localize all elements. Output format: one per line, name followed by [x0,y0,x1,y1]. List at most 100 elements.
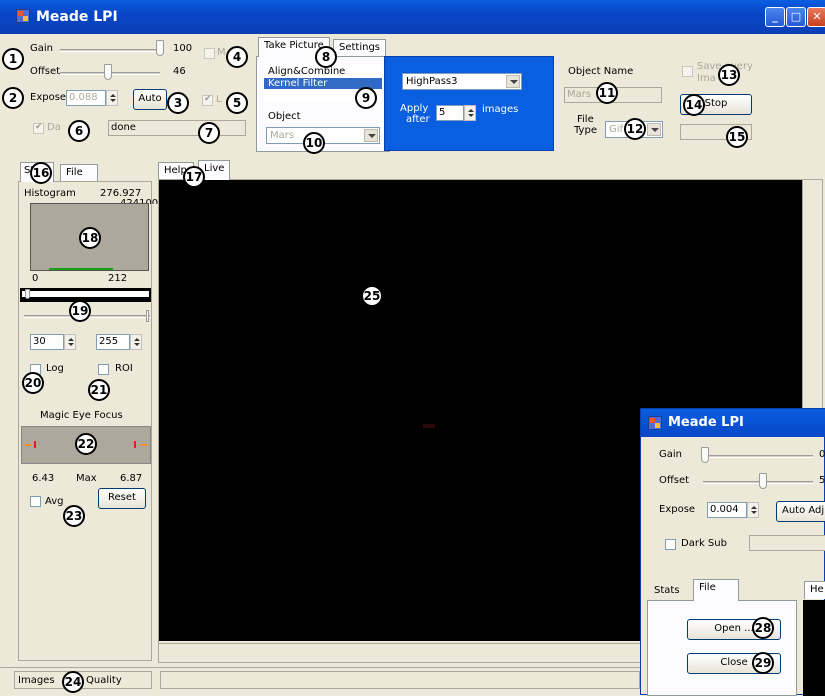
close-button[interactable]: ✕ [807,7,825,27]
callout-28: 28 [752,617,774,639]
callout-15: 15 [726,126,748,148]
minimize-button[interactable]: _ [765,7,785,27]
inset-gain-slider[interactable] [703,455,813,458]
reset-button[interactable]: Reset [98,488,146,509]
maximize-button[interactable]: □ [786,7,806,27]
dark-sub-checkbox[interactable] [33,122,44,134]
callout-13: 13 [718,64,740,86]
apply-count-input[interactable]: 5 [436,105,464,121]
inset-gain-value: 0 [819,449,825,460]
callout-21: 21 [88,379,110,401]
log-label: Log [46,363,64,374]
callout-2: 2 [2,87,24,109]
list-item[interactable]: Align&Combine [268,66,345,77]
m-checkbox[interactable] [204,48,215,59]
callout-29: 29 [752,652,774,674]
callout-22: 22 [75,433,97,455]
object-value: Mars [270,130,295,141]
title-bar: Meade LPI _ □ ✕ [0,0,825,34]
inset-window: Meade LPI Gain 0 Offset 5 Expose 0.004 A… [640,408,825,696]
apply-count-spinner[interactable] [464,105,476,121]
inset-gain-thumb[interactable] [701,447,709,463]
callout-14: 14 [683,94,705,116]
contrast-slider-thumb[interactable] [146,310,149,322]
status-pane [160,671,640,689]
callout-18: 18 [79,227,101,249]
app-icon [16,9,30,23]
high-level-spinner[interactable] [130,334,142,350]
callout-10: 10 [303,132,325,154]
quality-status: Quality [86,675,122,686]
file-type-label-2: Type [574,125,597,136]
tab-settings[interactable]: Settings [333,39,387,57]
offset-slider-thumb[interactable] [104,64,113,80]
histogram-min: 0 [32,273,39,284]
magic-eye-label: Magic Eye Focus [40,410,123,421]
gain-slider-thumb[interactable] [156,40,164,56]
inset-offset-label: Offset [659,475,690,486]
offset-value: 46 [173,66,186,77]
inset-offset-value: 5 [819,475,825,486]
level-range-bar[interactable] [20,288,151,302]
expose-label: Expose [30,92,67,103]
callout-24: 24 [62,671,84,693]
save-every-label-2: Ima [697,73,716,84]
inset-live-area [803,600,825,696]
callout-1: 1 [2,48,24,70]
inset-tab-help[interactable]: He [804,581,825,599]
avg-checkbox[interactable] [30,496,41,507]
tab-file[interactable]: File [60,164,98,182]
callout-25: 25 [361,285,383,307]
inset-expose-spinner[interactable] [747,502,759,518]
filter-value: HighPass3 [406,76,458,87]
offset-label: Offset [30,66,61,77]
level-range-thumb[interactable] [25,289,30,299]
chevron-down-icon [647,123,661,136]
filter-combo[interactable]: HighPass3 [402,73,522,90]
l-label: L [216,94,222,105]
inset-tab-file[interactable]: File [693,579,739,601]
inset-title-bar: Meade LPI [641,409,825,437]
chevron-down-icon [364,129,378,142]
callout-20: 20 [22,372,44,394]
callout-19: 19 [69,300,91,322]
apply-label: Apply [400,103,429,114]
histogram-label: Histogram [24,188,76,199]
auto-button[interactable]: Auto [133,89,167,110]
inset-tab-stats[interactable]: Stats [649,583,685,601]
max-value: 6.87 [120,473,143,484]
callout-5: 5 [226,92,248,114]
inset-dark-sub-checkbox[interactable] [665,539,676,550]
object-name-label: Object Name [568,66,634,77]
inset-offset-thumb[interactable] [759,473,767,489]
l-checkbox[interactable] [202,94,213,106]
callout-16: 16 [30,162,52,184]
high-level-input[interactable]: 255 [96,334,130,350]
low-level-input[interactable]: 30 [30,334,64,350]
roi-checkbox[interactable] [98,364,109,375]
file-type-value: Gif [609,124,624,135]
inset-gain-label: Gain [659,449,682,460]
after-label: after [406,114,430,125]
expose-spinner[interactable] [106,90,118,106]
low-level-spinner[interactable] [64,334,76,350]
callout-8: 8 [315,46,337,68]
gain-slider[interactable] [60,49,160,52]
inset-offset-slider[interactable] [703,481,813,484]
images-label: images [482,104,519,115]
callout-7: 7 [198,122,220,144]
histogram-bar [49,268,113,270]
expose-input[interactable]: 0.088 [66,90,106,106]
callout-4: 4 [226,46,248,68]
planet-image [423,424,435,428]
status-field: done [108,120,246,136]
callout-9: 9 [355,87,377,109]
inset-expose-input[interactable]: 0.004 [707,502,747,518]
file-type-label: File [577,114,594,125]
histogram-max: 212 [108,273,128,284]
save-every-checkbox[interactable] [682,66,693,77]
m-label: M [217,47,226,58]
inset-auto-adjust-button[interactable]: Auto Adj [776,501,825,522]
callout-23: 23 [63,505,85,527]
images-status: Images [18,675,55,686]
